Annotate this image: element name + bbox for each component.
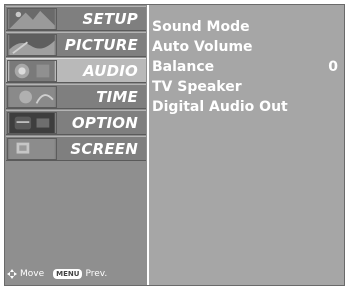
menu-key-badge: MENU xyxy=(53,269,83,279)
menu-item-picture[interactable]: PICTURE xyxy=(6,32,146,57)
option-label: Digital Audio Out xyxy=(152,99,288,115)
menu-item-screen[interactable]: SCREEN xyxy=(6,136,146,161)
menu-item-setup[interactable]: SETUP xyxy=(6,6,146,31)
screen-thumbnail-icon xyxy=(7,138,57,160)
option-tv-speaker[interactable]: TV Speaker xyxy=(152,79,342,99)
option-label: TV Speaker xyxy=(152,79,242,95)
option-auto-volume[interactable]: Auto Volume xyxy=(152,39,342,59)
menu-item-label: SETUP xyxy=(82,10,138,28)
menu-item-audio[interactable]: AUDIO xyxy=(6,58,146,83)
menu-item-label: AUDIO xyxy=(83,62,138,80)
move-hint: Move xyxy=(20,269,45,279)
option-label: Sound Mode xyxy=(152,19,250,35)
audio-thumbnail-icon xyxy=(7,60,57,82)
menu-item-label: PICTURE xyxy=(64,36,138,54)
menu-item-label: SCREEN xyxy=(70,140,138,158)
time-thumbnail-icon xyxy=(7,86,57,108)
menu-sidebar: SETUP PICTURE AUDIO TIME OPTION SCREEN M… xyxy=(5,5,149,285)
menu-item-time[interactable]: TIME xyxy=(6,84,146,109)
tv-osd-menu: SETUP PICTURE AUDIO TIME OPTION SCREEN M… xyxy=(4,4,345,286)
osd-footer: Move MENU Prev. xyxy=(7,269,107,279)
audio-options-list: Sound Mode Auto Volume Balance 0 TV Spea… xyxy=(152,19,342,119)
option-digital-audio-out[interactable]: Digital Audio Out xyxy=(152,99,342,119)
move-arrows-icon xyxy=(7,269,17,279)
option-label: Balance xyxy=(152,59,215,75)
prev-hint: Prev. xyxy=(85,269,108,279)
option-label: Auto Volume xyxy=(152,39,253,55)
option-balance[interactable]: Balance 0 xyxy=(152,59,342,79)
option-thumbnail-icon xyxy=(7,112,57,134)
menu-item-option[interactable]: OPTION xyxy=(6,110,146,135)
picture-thumbnail-icon xyxy=(7,34,57,56)
setup-thumbnail-icon xyxy=(7,8,57,30)
menu-item-label: OPTION xyxy=(71,114,138,132)
option-sound-mode[interactable]: Sound Mode xyxy=(152,19,342,39)
balance-value: 0 xyxy=(328,59,338,75)
menu-item-label: TIME xyxy=(96,88,138,106)
